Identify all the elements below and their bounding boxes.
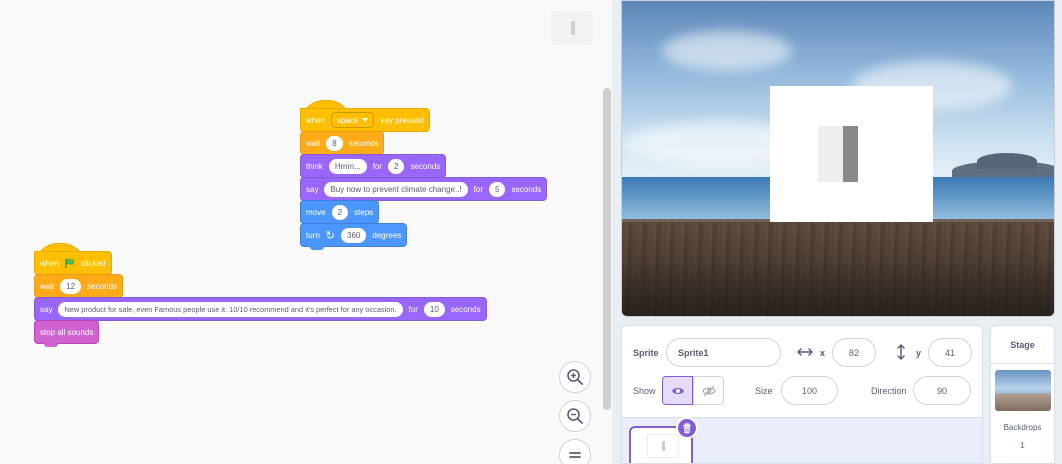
size-field[interactable]: 100: [781, 376, 838, 405]
eye-icon: [671, 387, 684, 394]
show-hidden-toggle[interactable]: [693, 376, 724, 405]
for-label: for: [372, 161, 383, 171]
move-label: move: [306, 207, 326, 217]
sprite1-thumbnail: [647, 434, 679, 458]
zoom-reset-button[interactable]: [559, 439, 591, 464]
say-text-input[interactable]: Buy now to prevent climate change..!: [324, 181, 468, 197]
sprite-info-panel: Sprite Sprite1 x 82 y 41 Show Size 100 D…: [621, 325, 983, 464]
key-pressed-label: key pressed: [380, 115, 424, 125]
boardwalk-shade: [622, 263, 1054, 316]
degrees-label: degrees: [372, 230, 402, 240]
caret-down-icon: [362, 118, 369, 122]
stage-title: Stage: [991, 326, 1054, 364]
wait-block[interactable]: wait 12 seconds: [34, 274, 123, 301]
seconds-label: seconds: [511, 184, 542, 194]
x-position-field[interactable]: 82: [832, 338, 876, 367]
key-dropdown-value: space: [337, 115, 359, 125]
say-text-input[interactable]: New product for sale, even Famous people…: [58, 301, 403, 317]
cloud: [662, 31, 792, 71]
zoom-in-icon: [567, 369, 583, 385]
wait-block[interactable]: wait 8 seconds: [300, 131, 385, 158]
turn-degrees-input[interactable]: 360: [341, 227, 367, 243]
stop-all-sounds-block[interactable]: stop all sounds: [34, 320, 100, 347]
seconds-label: seconds: [348, 138, 379, 148]
when-label: when: [40, 258, 60, 268]
think-seconds-input[interactable]: 2: [388, 158, 405, 174]
backdrop-thumbnail: [995, 370, 1051, 411]
current-sprite-thumbnail: [551, 11, 593, 45]
direction-label: Direction: [871, 386, 907, 396]
for-label: for: [408, 304, 418, 314]
say-label: say: [306, 184, 319, 194]
delete-sprite-button[interactable]: [676, 417, 698, 439]
horizontal-arrows-icon: [797, 348, 813, 356]
sprite-shape-dark: [843, 126, 858, 182]
say-seconds-input[interactable]: 5: [488, 181, 506, 197]
eye-hidden-icon: [701, 385, 716, 396]
show-label: Show: [633, 386, 656, 396]
say-seconds-input[interactable]: 10: [423, 301, 445, 317]
sprite-name-field[interactable]: Sprite1: [666, 338, 781, 367]
vertical-arrows-icon: [897, 344, 905, 360]
sprite1-on-stage[interactable]: [770, 86, 933, 222]
code-area[interactable]: when space key pressed wait 8 seconds th…: [0, 0, 612, 464]
trash-icon: [683, 422, 691, 433]
wait-seconds-input[interactable]: 8: [326, 135, 343, 151]
when-key-pressed-block[interactable]: when space key pressed: [300, 108, 430, 135]
when-label: when: [306, 115, 326, 125]
seconds-label: seconds: [410, 161, 441, 171]
backdrop-hill: [977, 153, 1037, 169]
green-flag-icon: [65, 258, 74, 268]
rotate-right-icon: ↻: [325, 229, 336, 242]
y-label: y: [916, 348, 922, 358]
size-label: Size: [755, 386, 773, 396]
wait-seconds-input[interactable]: 12: [60, 278, 82, 294]
say-for-block[interactable]: say New product for sale, even Famous pe…: [34, 297, 487, 324]
stop-all-sounds-label: stop all sounds: [40, 327, 94, 337]
seconds-label: seconds: [87, 281, 117, 291]
wait-label: wait: [40, 281, 55, 291]
turn-label: turn: [306, 230, 320, 240]
sprite-shape-light: [818, 126, 844, 182]
zoom-reset-icon: [569, 452, 581, 458]
zoom-out-icon: [567, 408, 583, 424]
direction-field[interactable]: 90: [913, 376, 971, 405]
x-label: x: [820, 348, 826, 358]
zoom-in-button[interactable]: [559, 361, 591, 393]
think-label: think: [306, 161, 323, 171]
turn-degrees-block[interactable]: turn ↻ 360 degrees: [300, 223, 408, 250]
stage-canvas[interactable]: [621, 0, 1055, 317]
backdrops-count: 1: [1020, 441, 1025, 450]
clicked-label: clicked: [81, 258, 106, 268]
zoom-out-button[interactable]: [559, 400, 591, 432]
move-steps-block[interactable]: move 2 steps: [300, 200, 380, 227]
backdrops-label: Backdrops: [1003, 423, 1042, 432]
show-visible-toggle[interactable]: [662, 376, 693, 405]
say-for-block[interactable]: say Buy now to prevent climate change..!…: [300, 177, 548, 204]
when-flag-clicked-block[interactable]: when clicked: [34, 251, 112, 278]
y-position-field[interactable]: 41: [928, 338, 972, 367]
wait-label: wait: [306, 138, 321, 148]
steps-label: steps: [354, 207, 374, 217]
key-dropdown[interactable]: space: [331, 112, 375, 128]
think-text-input[interactable]: Hmm...: [328, 158, 367, 174]
say-label: say: [40, 304, 53, 314]
seconds-label: seconds: [450, 304, 481, 314]
stage-selector[interactable]: Stage Backdrops 1: [990, 325, 1055, 464]
think-for-block[interactable]: think Hmm... for 2 seconds: [300, 154, 447, 181]
for-label: for: [473, 184, 483, 194]
code-area-scrollbar[interactable]: [603, 88, 611, 410]
sprite-label: Sprite: [633, 348, 659, 358]
move-steps-input[interactable]: 2: [331, 204, 349, 220]
